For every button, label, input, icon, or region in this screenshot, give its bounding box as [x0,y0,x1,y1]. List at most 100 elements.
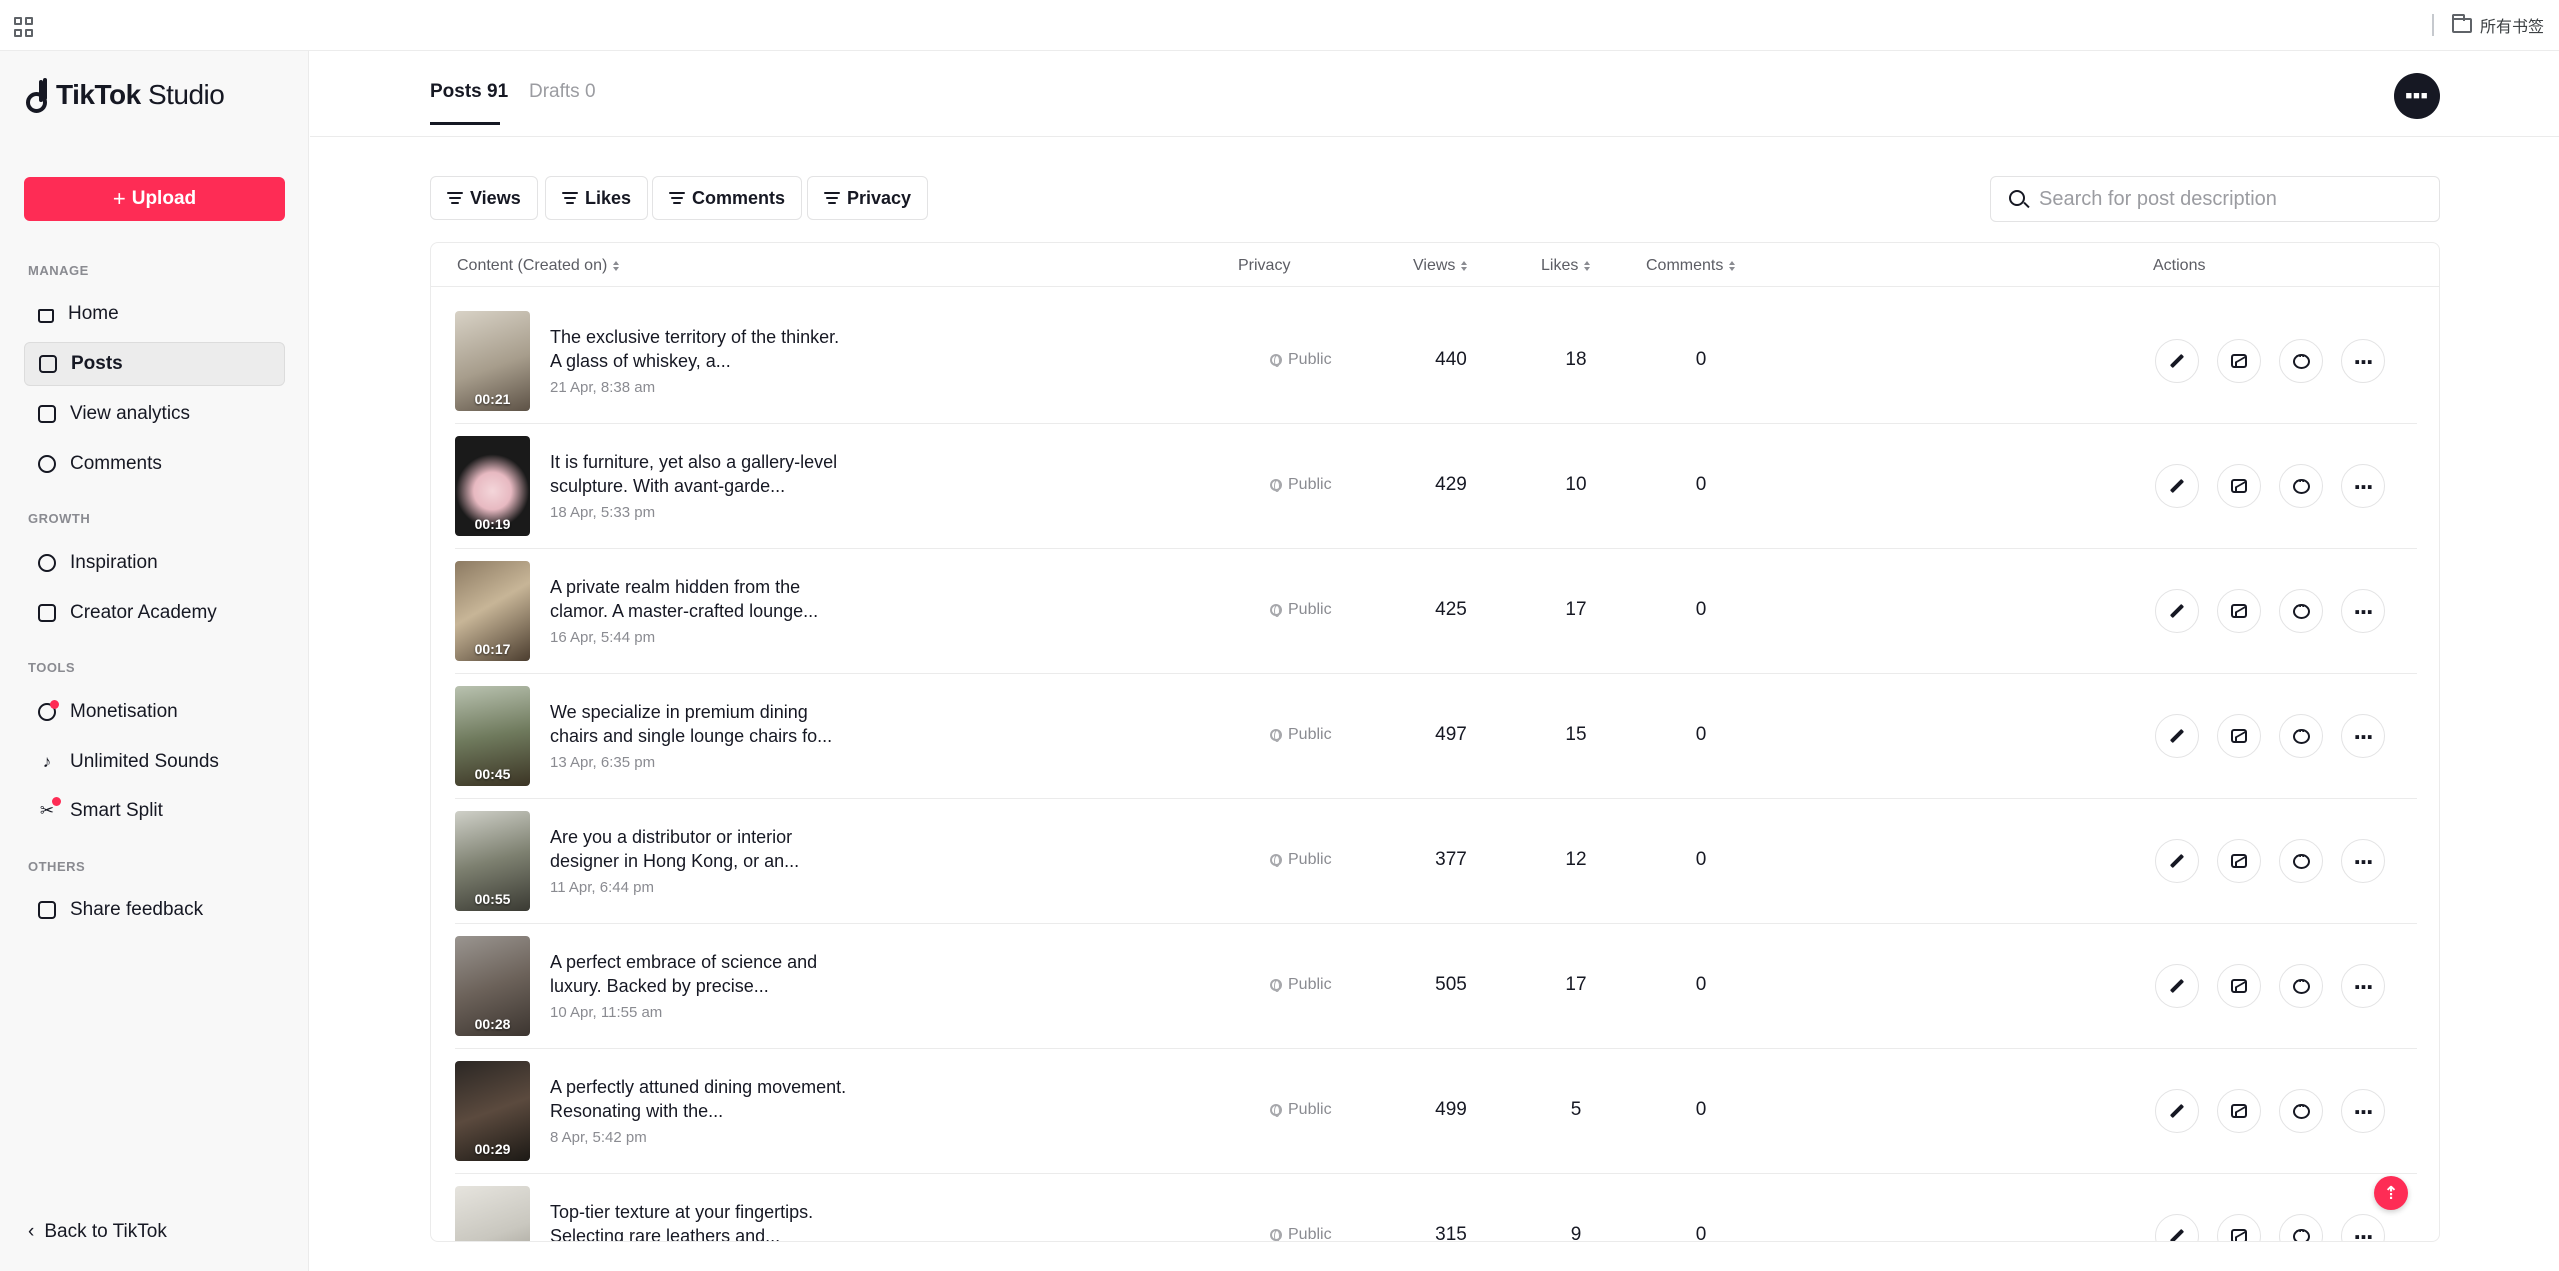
more-options-button[interactable]: ... [2341,464,2385,508]
video-thumbnail[interactable]: 00:19 [455,436,530,536]
comments-count: 0 [1695,1099,1707,1120]
sidebar-item-monetisation[interactable]: Monetisation [24,690,285,734]
header-likes[interactable]: Likes [1541,257,1591,275]
sort-icon [1584,261,1591,271]
tiktok-studio-logo[interactable]: TikTok Studio [26,79,225,113]
sidebar-item-home[interactable]: Home [24,292,285,336]
comments-count: 0 [1695,724,1707,745]
video-thumbnail[interactable]: 00:17 [455,561,530,661]
analytics-button[interactable] [2217,839,2261,883]
analytics-icon [2231,1104,2247,1118]
more-options-button[interactable]: ... [2341,1214,2385,1241]
sidebar-item-share-feedback[interactable]: Share feedback [24,888,285,932]
video-thumbnail[interactable]: 00:55 [455,811,530,911]
upload-button[interactable]: + Upload [24,177,285,221]
filter-likes-button[interactable]: Likes [545,176,649,220]
all-bookmarks-label: 所有书签 [2480,19,2545,36]
post-title[interactable]: It is furniture, yet also a gallery-leve… [550,450,850,498]
scroll-to-top-button[interactable]: ⇡ [2374,1176,2408,1210]
more-options-button[interactable]: ... [2341,839,2385,883]
upload-label: Upload [131,188,197,209]
filter-privacy-button[interactable]: Privacy [807,176,929,220]
more-options-button[interactable]: ... [2341,1089,2385,1133]
more-options-button[interactable]: ... [2341,964,2385,1008]
apps-grid-icon[interactable] [14,17,34,37]
sidebar-item-analytics[interactable]: View analytics [24,392,285,436]
edit-button[interactable] [2155,589,2199,633]
comments-button[interactable] [2279,589,2323,633]
post-title[interactable]: Top-tier texture at your fingertips. Sel… [550,1200,850,1241]
analytics-button[interactable] [2217,1089,2261,1133]
bookmarks-bar: 所有书签 [0,0,2559,51]
sort-icon [613,261,620,271]
video-duration: 00:29 [474,1141,511,1157]
header-content[interactable]: Content (Created on) [457,257,620,275]
comment-icon [2292,974,2310,994]
post-title[interactable]: We specialize in premium dining chairs a… [550,700,850,748]
search-input[interactable]: Search for post description [1990,176,2440,222]
edit-button[interactable] [2155,1089,2199,1133]
video-thumbnail[interactable]: 00:45 [455,686,530,786]
notification-dot [50,700,59,709]
sidebar-item-posts[interactable]: Posts [24,342,285,386]
sidebar-item-unlimited-sounds[interactable]: ♪ Unlimited Sounds [24,740,285,784]
video-thumbnail[interactable] [455,1186,530,1241]
post-title[interactable]: A perfect embrace of science and luxury.… [550,950,850,998]
analytics-button[interactable] [2217,964,2261,1008]
comments-button[interactable] [2279,839,2323,883]
tab-drafts[interactable]: Drafts 0 [529,81,596,103]
comments-button[interactable] [2279,714,2323,758]
section-tools: TOOLS [28,660,76,675]
post-date: 10 Apr, 11:55 am [550,1004,663,1021]
section-others: OTHERS [28,859,86,874]
globe-icon [1270,1104,1282,1117]
edit-button[interactable] [2155,464,2199,508]
sidebar-item-inspiration[interactable]: Inspiration [24,541,285,585]
back-to-tiktok-link[interactable]: ‹ Back to TikTok [28,1221,167,1243]
post-title[interactable]: A private realm hidden from the clamor. … [550,575,850,623]
comments-button[interactable] [2279,339,2323,383]
comments-button[interactable] [2279,1089,2323,1133]
analytics-button[interactable] [2217,339,2261,383]
post-title[interactable]: A perfectly attuned dining movement. Res… [550,1075,850,1123]
sidebar-item-creator-academy[interactable]: Creator Academy [24,591,285,635]
video-thumbnail[interactable]: 00:28 [455,936,530,1036]
edit-button[interactable] [2155,839,2199,883]
filter-views-button[interactable]: Views [430,176,538,220]
header-views[interactable]: Views [1413,257,1468,275]
post-title[interactable]: Are you a distributor or interior design… [550,825,850,873]
tab-posts[interactable]: Posts 91 [430,81,508,125]
analytics-button[interactable] [2217,589,2261,633]
edit-button[interactable] [2155,339,2199,383]
video-thumbnail[interactable]: 00:29 [455,1061,530,1161]
posts-icon [39,355,57,373]
analytics-button[interactable] [2217,714,2261,758]
edit-button[interactable] [2155,714,2199,758]
comments-count: 0 [1695,474,1707,495]
post-date: 18 Apr, 5:33 pm [550,504,656,521]
analytics-button[interactable] [2217,464,2261,508]
comments-button[interactable] [2279,1214,2323,1241]
video-thumbnail[interactable]: 00:21 [455,311,530,411]
sidebar-item-comments[interactable]: Comments [24,442,285,486]
comment-icon [2292,349,2310,369]
post-title[interactable]: The exclusive territory of the thinker. … [550,325,850,373]
more-options-button[interactable]: ... [2341,589,2385,633]
sidebar-item-label: View analytics [70,403,191,424]
header-comments[interactable]: Comments [1646,257,1736,275]
edit-button[interactable] [2155,1214,2199,1241]
avatar[interactable]: ■■■ [2394,73,2440,119]
views-count: 499 [1435,1099,1467,1120]
search-placeholder: Search for post description [2039,187,2277,210]
comments-button[interactable] [2279,964,2323,1008]
analytics-button[interactable] [2217,1214,2261,1241]
sidebar-item-smart-split[interactable]: ✂ Smart Split [24,789,285,833]
comments-button[interactable] [2279,464,2323,508]
filter-comments-button[interactable]: Comments [652,176,803,220]
edit-button[interactable] [2155,964,2199,1008]
comments-icon [38,455,56,473]
all-bookmarks-folder[interactable]: 所有书签 [2452,13,2545,36]
analytics-icon [2231,854,2247,868]
more-options-button[interactable]: ... [2341,339,2385,383]
more-options-button[interactable]: ... [2341,714,2385,758]
